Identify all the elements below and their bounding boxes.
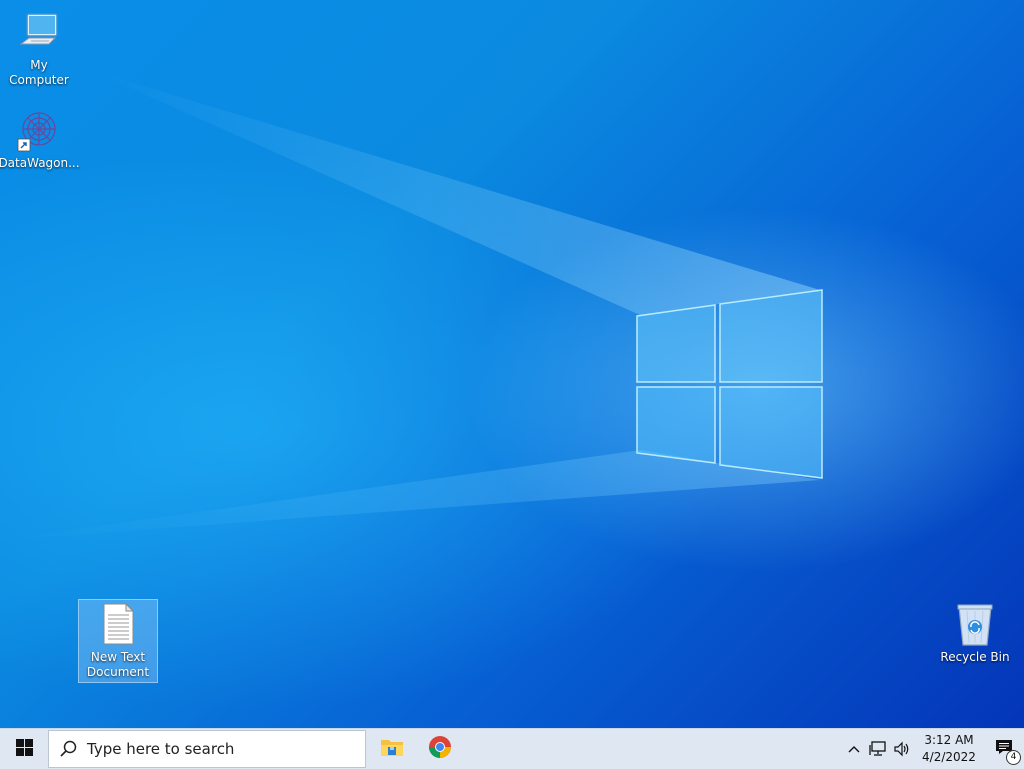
- taskbar-search-box[interactable]: Type here to search: [48, 730, 366, 768]
- clock-date: 4/2/2022: [922, 750, 976, 764]
- desktop-icon-label: Recycle Bin: [940, 650, 1010, 664]
- start-button[interactable]: [0, 729, 48, 769]
- system-tray: 3:12 AM 4/2/2022 4: [842, 729, 1024, 769]
- file-explorer-icon: [380, 736, 404, 762]
- desktop-icon-recycle-bin[interactable]: Recycle Bin: [936, 600, 1014, 665]
- text-document-icon: [94, 600, 142, 648]
- search-icon: [49, 740, 87, 758]
- desktop-icon-my-computer[interactable]: My Computer: [0, 8, 78, 88]
- desktop-icon-datawagon[interactable]: DataWagon...: [0, 106, 80, 171]
- desktop-icon-label: New Text Document: [86, 650, 150, 679]
- notification-count-badge: 4: [1006, 750, 1021, 765]
- desktop[interactable]: My Computer DataWagon... New Text Docume…: [0, 0, 1024, 728]
- taskbar-app-chrome[interactable]: [416, 729, 464, 769]
- network-icon[interactable]: [866, 729, 890, 769]
- show-hidden-icons-chevron-up-icon[interactable]: [842, 729, 866, 769]
- taskbar-clock[interactable]: 3:12 AM 4/2/2022: [914, 732, 984, 766]
- clock-time: 3:12 AM: [924, 733, 974, 747]
- windows-logo-icon: [15, 738, 33, 760]
- wallpaper-windows-logo: [636, 289, 823, 479]
- recycle-bin-icon: [951, 600, 999, 648]
- desktop-icon-new-text-document[interactable]: New Text Document: [78, 599, 158, 683]
- desktop-icon-label: DataWagon...: [0, 156, 80, 170]
- desktop-icon-label: My Computer: [9, 58, 69, 87]
- taskbar-app-file-explorer[interactable]: [368, 729, 416, 769]
- search-placeholder: Type here to search: [87, 740, 235, 758]
- volume-icon[interactable]: [890, 729, 914, 769]
- taskbar: Type here to search 3:12 AM 4/2/2022 4: [0, 728, 1024, 769]
- chrome-icon: [428, 735, 452, 763]
- datawagon-icon: [15, 106, 63, 154]
- computer-icon: [15, 8, 63, 56]
- action-center-button[interactable]: 4: [984, 729, 1024, 769]
